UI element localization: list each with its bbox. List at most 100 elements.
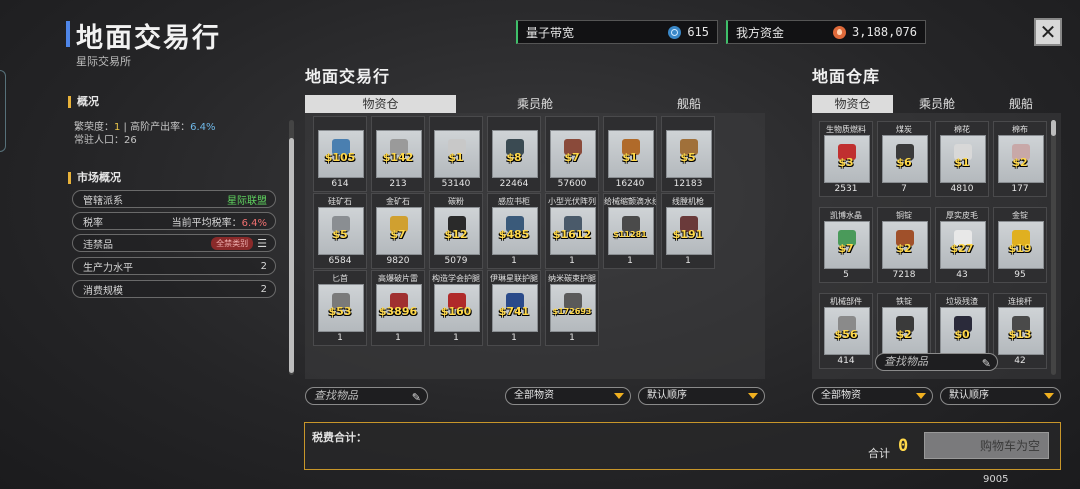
item-quantity: 414 (837, 356, 855, 366)
market-row-faction[interactable]: 管辖派系 星际联盟 (72, 190, 276, 208)
faction-value: 星际联盟 (227, 195, 267, 207)
tab-warehouse-cargo[interactable]: 物资仓 (812, 95, 893, 113)
item-name: 硅矿石 (328, 197, 352, 206)
item-card[interactable]: 匕首 $53 1 (313, 270, 367, 346)
item-price: $19 (1008, 242, 1032, 255)
item-card[interactable]: $1 53140 (429, 116, 483, 192)
warehouse-sort-value: 默认顺序 (949, 390, 989, 401)
trade-search-input[interactable]: 查找物品 ✎ (305, 387, 428, 405)
item-name (546, 119, 598, 130)
funds-value-group: 3,188,076 (832, 25, 917, 39)
item-quantity: 53140 (441, 179, 471, 189)
item-price: $1 (954, 156, 970, 169)
item-quantity: 1 (395, 333, 401, 343)
item-card[interactable]: 生物质燃料 $3 2531 (819, 121, 873, 197)
item-card[interactable]: 感应书柜 $485 1 (487, 193, 541, 269)
page-title: 地面交易行 (76, 23, 221, 54)
item-name (604, 119, 656, 130)
item-price: $53 (328, 305, 352, 318)
item-quantity: 22464 (499, 179, 529, 189)
warehouse-filter-dropdown[interactable]: 全部物资 (812, 387, 933, 405)
chevron-down-icon (1044, 393, 1054, 399)
item-card[interactable]: 给械缩颤滴水线 $11281 1 (603, 193, 657, 269)
market-row-contraband[interactable]: 违禁品 全禁类别 ☰ (72, 234, 276, 252)
item-name: 匕首 (332, 274, 348, 283)
close-button[interactable]: ✕ (1034, 18, 1062, 46)
cart-button[interactable]: 购物车为空 (924, 432, 1049, 459)
item-price: $0 (954, 328, 970, 341)
trade-filter-value: 全部物资 (514, 390, 554, 401)
item-card[interactable]: $105 614 (313, 116, 367, 192)
tab-warehouse-ships[interactable]: 舰船 (981, 95, 1061, 113)
tax-label: 税率 (83, 217, 103, 229)
market-row-tax[interactable]: 税率 当前平均税率：6.4% (72, 212, 276, 230)
item-card[interactable]: 厚实皮毛 $27 43 (935, 207, 989, 283)
item-card[interactable]: 金锭 $19 95 (993, 207, 1047, 283)
item-card[interactable]: 铜锭 $2 7218 (877, 207, 931, 283)
item-name: 机械部件 (830, 297, 862, 306)
warehouse-search-input[interactable]: 查找物品 ✎ (875, 353, 998, 371)
item-card[interactable]: 金矿石 $7 9820 (371, 193, 425, 269)
trade-sort-dropdown[interactable]: 默认顺序 (638, 387, 765, 405)
item-card[interactable]: 凯博水晶 $7 5 (819, 207, 873, 283)
item-card[interactable]: 碳粉 $12 5079 (429, 193, 483, 269)
item-name: 生物质燃料 (826, 125, 866, 134)
item-card[interactable]: 线膛机枪 $191 1 (661, 193, 715, 269)
market-heading: 市场概况 (68, 172, 121, 184)
item-name: 伊琳星联护腿 (490, 274, 538, 283)
item-card[interactable]: $8 22464 (487, 116, 541, 192)
item-card[interactable]: 伊琳星联护腿 $741 1 (487, 270, 541, 346)
warehouse-scrollbar[interactable] (1051, 120, 1056, 136)
item-name (372, 119, 424, 130)
item-name: 铁锭 (896, 297, 912, 306)
item-name (488, 119, 540, 130)
item-name: 感应书柜 (498, 197, 530, 206)
item-card[interactable]: $142 213 (371, 116, 425, 192)
item-card[interactable]: 小型光伏阵列 $1612 1 (545, 193, 599, 269)
item-quantity: 1 (569, 256, 575, 266)
tab-trade-cargo[interactable]: 物资仓 (305, 95, 456, 113)
warehouse-search-placeholder: 查找物品 (884, 355, 928, 368)
tab-warehouse-crew[interactable]: 乘员舱 (897, 95, 977, 113)
item-price: $27 (950, 242, 974, 255)
market-row-productivity[interactable]: 生产力水平 2 (72, 257, 276, 275)
item-price: $3896 (378, 305, 418, 318)
warehouse-filter-value: 全部物资 (821, 390, 861, 401)
item-price: $1 (448, 151, 464, 164)
tab-trade-crew[interactable]: 乘员舱 (460, 95, 610, 113)
item-card[interactable]: 硅矿石 $5 6584 (313, 193, 367, 269)
market-row-consumption[interactable]: 消费规模 2 (72, 280, 276, 298)
item-card[interactable]: 棉布 $2 177 (993, 121, 1047, 197)
item-card[interactable]: 棉花 $1 4810 (935, 121, 989, 197)
item-quantity: 6584 (328, 256, 352, 266)
side-drawer-tab[interactable] (0, 70, 6, 152)
page-subtitle: 星际交易所 (76, 55, 131, 68)
contraband-value-group: 全禁类别 ☰ (211, 236, 267, 250)
item-card[interactable]: 高爆破片雷 $3896 1 (371, 270, 425, 346)
item-quantity: 16240 (615, 179, 645, 189)
trade-scrollbar[interactable] (289, 138, 294, 373)
item-card[interactable]: 纳米碳束护腿 $172693 1 (545, 270, 599, 346)
item-card[interactable]: $1 16240 (603, 116, 657, 192)
item-card[interactable]: $7 57600 (545, 116, 599, 192)
item-price: $2 (896, 242, 912, 255)
item-card[interactable]: 煤炭 $6 7 (877, 121, 931, 197)
pencil-icon: ✎ (981, 357, 991, 370)
total-value: 0 (898, 436, 909, 456)
item-card[interactable]: 构造学会护腿 $160 1 (429, 270, 483, 346)
tax-value-group: 当前平均税率：6.4% (172, 214, 267, 229)
item-card[interactable]: 连接杆 $13 42 (993, 293, 1047, 369)
item-name: 棉花 (954, 125, 970, 134)
item-card[interactable]: 机械部件 $56 414 (819, 293, 873, 369)
overview-heading: 概况 (68, 96, 99, 108)
warehouse-sort-dropdown[interactable]: 默认顺序 (940, 387, 1061, 405)
title-accent (66, 21, 70, 47)
tab-trade-ships[interactable]: 舰船 (614, 95, 764, 113)
item-card[interactable]: $5 12183 (661, 116, 715, 192)
item-price: $105 (324, 151, 356, 164)
footer-number: 9005 (983, 474, 1009, 485)
menu-icon[interactable]: ☰ (257, 237, 267, 250)
item-name: 连接杆 (1008, 297, 1032, 306)
trade-filter-dropdown[interactable]: 全部物资 (505, 387, 631, 405)
population-line: 常驻人口：26 (74, 135, 137, 146)
